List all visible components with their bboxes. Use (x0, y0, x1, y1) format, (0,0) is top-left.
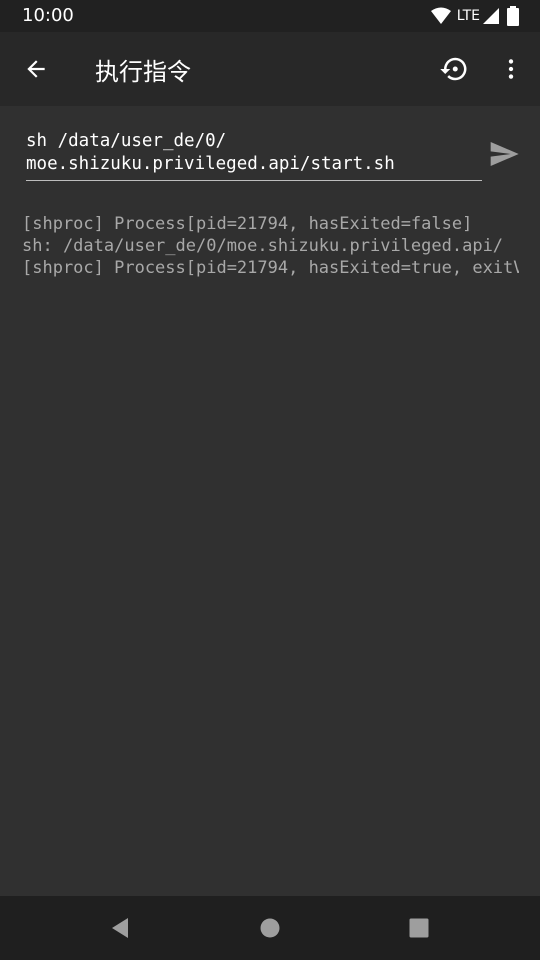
screen: 10:00 LTE 执行指令 sh /data/user_de/0/ moe.s… (0, 0, 540, 960)
more-vert-icon (508, 59, 514, 79)
wifi-icon (430, 7, 451, 24)
status-bar: 10:00 LTE (0, 0, 540, 32)
command-input[interactable]: sh /data/user_de/0/ moe.shizuku.privileg… (26, 130, 482, 181)
nav-back-icon[interactable] (106, 914, 134, 942)
arrow-back-icon (27, 60, 45, 78)
nav-home-icon[interactable] (256, 914, 284, 942)
status-icons: LTE (430, 6, 520, 26)
navigation-bar (0, 896, 540, 960)
app-bar: 执行指令 (0, 32, 540, 106)
status-time: 10:00 (22, 5, 74, 26)
output-line: [shproc] Process[pid=21794, hasExited=fa… (22, 214, 473, 234)
output-line: [shproc] Process[pid=21794, hasExited=tr… (22, 258, 519, 278)
output-line: sh: /data/user_de/0/moe.shizuku.privileg… (22, 236, 504, 256)
history-icon (440, 57, 467, 81)
more-options-button[interactable] (491, 49, 531, 89)
signal-icon (483, 8, 499, 24)
command-output: [shproc] Process[pid=21794, hasExited=fa… (22, 213, 519, 279)
send-button[interactable] (484, 134, 524, 174)
send-icon (490, 142, 519, 166)
back-button[interactable] (16, 49, 56, 89)
network-type: LTE (456, 8, 480, 24)
history-button[interactable] (434, 49, 474, 89)
page-title: 执行指令 (95, 58, 191, 86)
nav-recents-icon[interactable] (405, 914, 433, 942)
battery-icon (507, 6, 519, 26)
